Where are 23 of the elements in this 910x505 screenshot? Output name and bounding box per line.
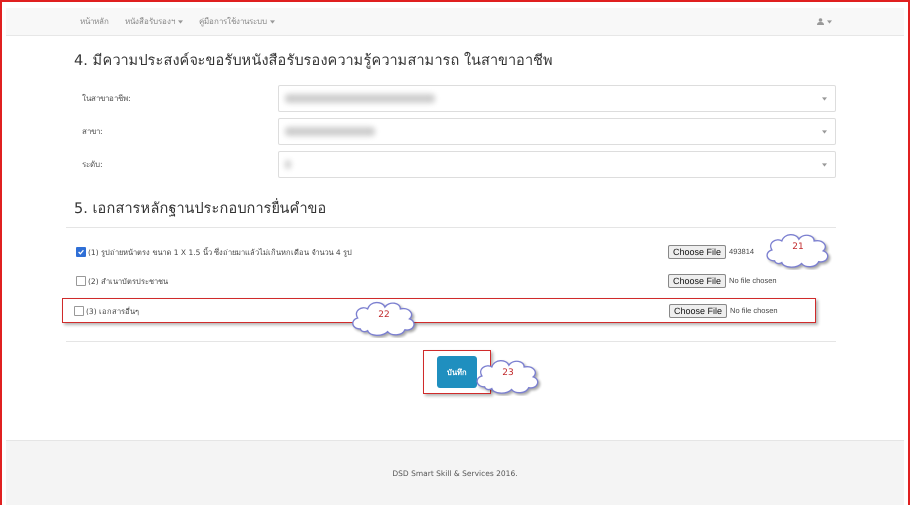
blurred-value xyxy=(285,160,291,169)
caret-icon xyxy=(822,96,827,100)
checkbox[interactable] xyxy=(76,246,86,256)
caret-icon xyxy=(822,130,827,134)
user-menu[interactable] xyxy=(817,18,832,25)
nav-link[interactable]: หน้าหลัก xyxy=(80,15,109,28)
field-label: ในสาขาอาชีพ: xyxy=(81,92,132,105)
section-heading: 4. มีความประสงค์จะขอรับหนังสือรับรองความรู้ความสามารถ ในสาขาอาชีพ xyxy=(74,50,554,71)
nav-link[interactable]: คู่มือการใช้งานระบบ xyxy=(199,15,275,28)
choose-file-button[interactable]: Choose File xyxy=(668,244,726,258)
select-field[interactable] xyxy=(278,85,836,112)
select-field[interactable] xyxy=(278,118,836,145)
select-field[interactable] xyxy=(278,151,836,178)
nav-link[interactable]: หนังสือรับรองฯ xyxy=(125,15,183,28)
checkbox[interactable] xyxy=(76,276,86,286)
user-icon xyxy=(817,18,824,25)
choose-file-button[interactable]: Choose File xyxy=(668,274,726,288)
field-label: ระดับ: xyxy=(81,159,104,171)
caret-icon xyxy=(822,162,827,166)
field-label: สาขา: xyxy=(81,126,104,138)
choose-file-button[interactable]: Choose File xyxy=(669,304,728,318)
checkbox[interactable] xyxy=(74,306,84,316)
section-heading: 5. เอกสารหลักฐานประกอบการยื่นคำขอ xyxy=(74,196,836,219)
